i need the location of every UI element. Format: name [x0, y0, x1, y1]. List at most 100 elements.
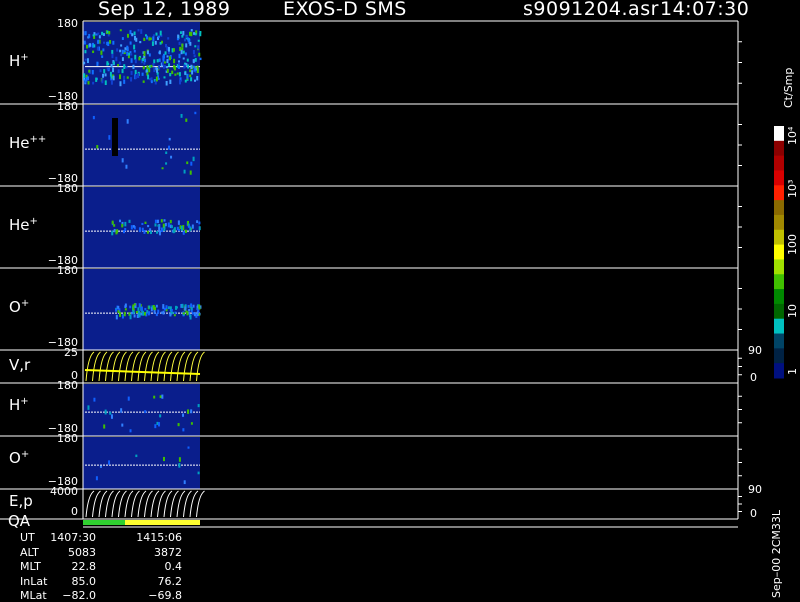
spectrogram-pixel [152, 63, 155, 67]
spectrogram-pixel [89, 43, 92, 47]
tick-label-bottom: 0 [71, 505, 78, 518]
spectrogram-pixel [199, 57, 202, 61]
spectrogram-pixel [121, 68, 124, 74]
spectrogram-pixel [142, 80, 145, 83]
colorbar-segment [774, 333, 784, 349]
spectrogram-pixel [184, 229, 187, 233]
spectrogram-pixel [142, 66, 145, 70]
colorbar-segment [774, 140, 784, 157]
spectrogram-pixel [84, 31, 87, 36]
spectrogram-pixel [110, 414, 113, 419]
spectrogram-pixel [96, 145, 99, 149]
spectrogram-pixel [190, 422, 193, 425]
spectrogram-pixel [162, 456, 165, 462]
spectrogram-pixel [123, 311, 126, 317]
colorbar-segment [774, 303, 784, 320]
spectrogram-pixel [160, 219, 163, 223]
spectrogram-pixel [174, 311, 177, 314]
spectrogram-pixel [126, 45, 129, 49]
panel-label: O+ [9, 449, 30, 467]
spectrogram-pixel [125, 66, 128, 69]
spectrogram-pixel [120, 53, 123, 57]
spectrogram-pixel [126, 76, 129, 79]
spectrogram-pixel [144, 307, 147, 311]
spectrogram-pixel [165, 80, 168, 86]
spectrogram-pixel [141, 72, 144, 76]
colorbar-tick-label: 1 [786, 368, 799, 375]
spectrogram-pixel [96, 46, 99, 51]
colorbar-tick-label: 10³ [786, 179, 799, 198]
spectrogram-pixel [192, 50, 195, 55]
footer-value-end: 0.4 [164, 560, 183, 573]
spectrogram-pixel [111, 220, 114, 225]
spectrogram-pixel [187, 38, 190, 43]
spectrogram-pixel [177, 423, 180, 427]
spectrogram-pixel [107, 62, 110, 66]
footer-value-end: 1415:06 [136, 531, 182, 544]
spectrogram-pixel [183, 38, 186, 42]
footer-row-name: MLT [20, 560, 41, 573]
spectrogram-pixel [109, 411, 112, 415]
spectrogram-pixel [124, 47, 127, 50]
spectrogram-pixel [155, 76, 158, 82]
spectrogram-pixel [159, 41, 162, 45]
spectrogram-pixel [189, 74, 192, 78]
spectrogram-pixel [166, 55, 169, 58]
spectrogram-pixel [158, 58, 161, 62]
spectrogram-pixel [165, 65, 168, 69]
spectrogram-pixel [180, 49, 183, 55]
spectrogram-pixel [172, 48, 175, 52]
spectrogram-pixel [117, 69, 120, 73]
spectrogram-pixel [190, 306, 193, 311]
spectrogram-pixel [134, 54, 137, 60]
spectrogram-pixel [182, 230, 185, 235]
panel-label: V,r [9, 356, 31, 374]
spectrogram-pixel [93, 397, 96, 402]
spectrogram-pixel [128, 52, 131, 56]
spectrogram-pixel [86, 58, 89, 64]
spectrogram-pixel [101, 31, 104, 36]
colorbar-segment [774, 214, 784, 231]
spectrogram-pixel [83, 73, 86, 78]
spectrogram-pixel [173, 314, 176, 317]
spectrogram-pixel [143, 229, 146, 234]
spectrogram-pixel [98, 35, 101, 39]
spectrogram-pixel [187, 446, 190, 449]
colorbar-segment [774, 244, 784, 260]
spectrogram-pixel [172, 229, 175, 234]
spectrogram-pixel [163, 226, 166, 229]
spectrogram-pixel [190, 77, 193, 82]
spectrogram-pixel [121, 423, 124, 427]
spectrogram-pixel [141, 222, 144, 225]
tick-label-top: 180 [57, 432, 78, 445]
spectrogram-pixel [147, 74, 150, 80]
spectrogram-pixel [109, 40, 112, 44]
spectrogram-pixel [157, 35, 160, 38]
spectrogram-pixel [148, 305, 151, 309]
spectrogram-pixel [187, 304, 190, 308]
spectrogram-pixel [175, 306, 178, 309]
spectrogram-pixel [140, 29, 143, 34]
panel-data-area [83, 437, 200, 489]
spectrogram-pixel [161, 61, 164, 65]
spectrogram-pixel [160, 227, 163, 232]
spectrogram-pixel [178, 72, 181, 77]
spectrogram-pixel [168, 56, 171, 61]
header-file: s9091204.asr [523, 0, 659, 20]
spectrogram-pixel [104, 409, 107, 415]
spectrogram-pixel [196, 75, 199, 81]
spectrogram-pixel [133, 31, 136, 36]
spectrogram-pixel [169, 73, 172, 77]
spectrogram-pixel [104, 73, 107, 77]
spectrogram-pixel [178, 41, 181, 45]
spectrogram-pixel [190, 64, 193, 69]
spectrogram-pixel [181, 47, 184, 51]
spectrogram-pixel [154, 219, 157, 224]
right-tick-label-bottom: 0 [750, 507, 757, 520]
spectrogram-pixel [187, 64, 190, 69]
spectrogram-pixel [133, 314, 136, 318]
header-date: Sep 12, 1989 [98, 0, 231, 20]
spectrogram-pixel [134, 75, 137, 79]
spectrogram-pixel [186, 58, 189, 62]
spectrogram-pixel [161, 394, 164, 399]
